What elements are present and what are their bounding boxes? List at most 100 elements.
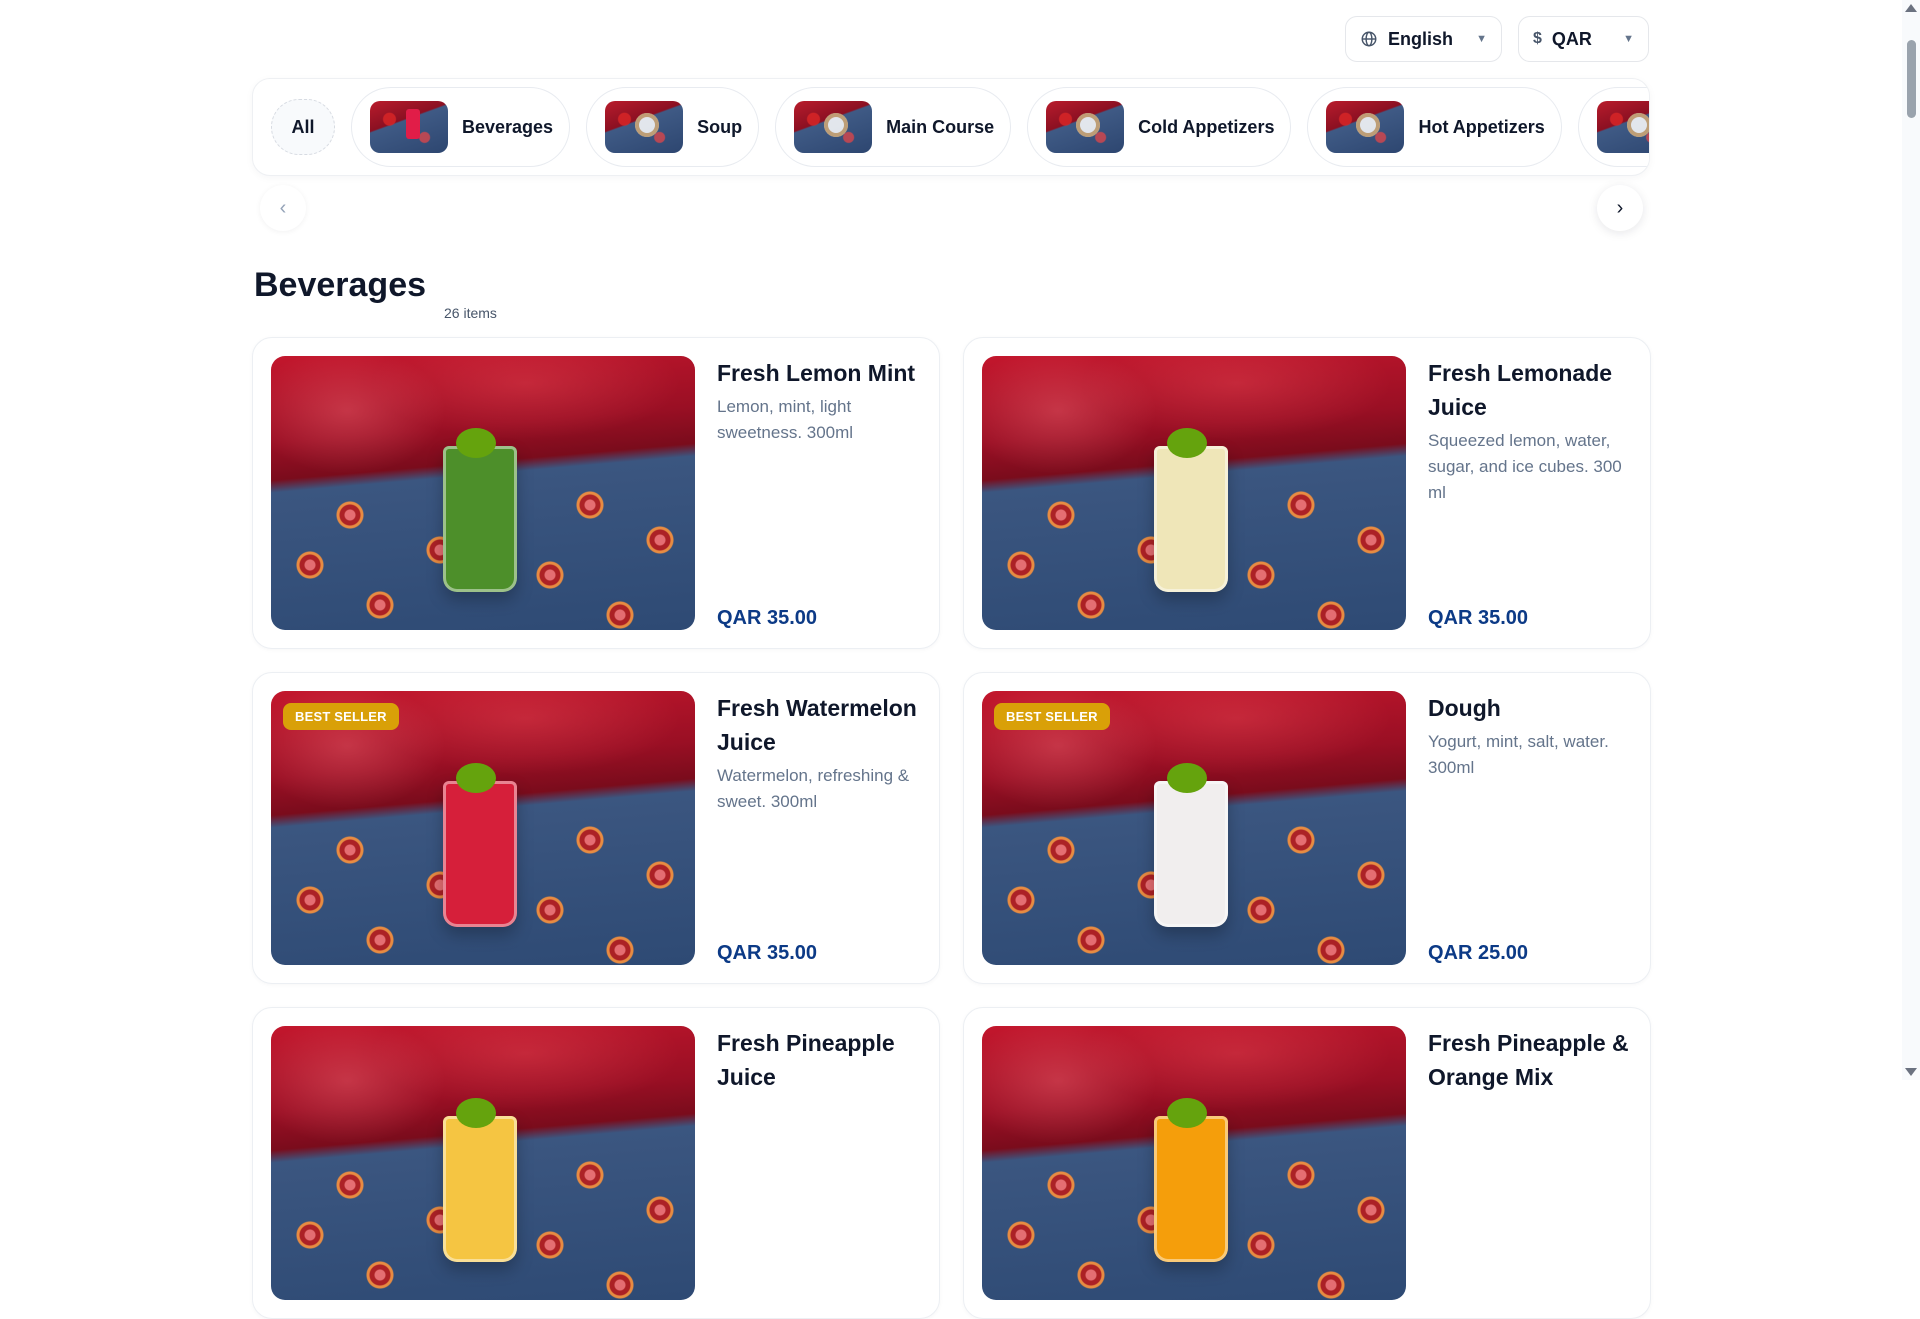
top-controls: English ▼ $ QAR ▼: [1345, 16, 1649, 62]
rug-pattern: [531, 891, 569, 929]
product-description: Squeezed lemon, water, sugar, and ice cu…: [1428, 431, 1622, 502]
category-thumbnail: [1046, 101, 1125, 153]
scrollbar-thumb[interactable]: [1907, 40, 1916, 118]
rug-pattern: [641, 856, 679, 894]
product-card[interactable]: Fresh Pineapple Juice: [252, 1007, 940, 1319]
product-card[interactable]: Fresh Lemon Mint Lemon, mint, light sweet…: [252, 337, 940, 649]
rug-pattern: [1042, 496, 1080, 534]
product-price: QAR 25.00: [1428, 942, 1529, 964]
dollar-icon: $: [1533, 30, 1542, 47]
currency-label: QAR: [1551, 28, 1592, 49]
rug-pattern: [601, 931, 639, 965]
rug-pattern: [1002, 881, 1040, 919]
rug-pattern: [1282, 486, 1320, 524]
drink-garnish: [456, 763, 496, 793]
globe-icon: [1360, 30, 1378, 48]
product-image: [982, 356, 1406, 630]
rug-pattern: [1312, 931, 1350, 965]
language-select[interactable]: English ▼: [1345, 16, 1502, 62]
drink-glass: [443, 446, 517, 592]
category-thumbnail: [1326, 101, 1405, 153]
product-info: Dough Yogurt, mint, salt, water. 300ml QAR…: [1428, 691, 1638, 965]
product-price: QAR 35.00: [717, 942, 818, 964]
rug-pattern: [1242, 556, 1280, 594]
chevron-right-icon: ›: [1616, 196, 1624, 219]
chevron-left-icon: ‹: [279, 196, 287, 219]
category-label: Beverages: [462, 116, 554, 137]
product-name: Fresh Lemon Mint: [717, 360, 916, 386]
rug-pattern: [571, 1156, 609, 1194]
rug-pattern: [361, 586, 399, 624]
product-card[interactable]: Fresh Lemonade Juice Squeezed lemon, wate…: [963, 337, 1651, 649]
product-price: QAR 35.00: [717, 607, 818, 629]
rug-pattern: [1002, 546, 1040, 584]
item-count: 26 items: [444, 305, 497, 321]
product-info: Fresh Lemon Mint Lemon, mint, light sweet…: [717, 356, 927, 630]
category-label: All: [291, 116, 315, 137]
product-info: Fresh Lemonade Juice Squeezed lemon, wate…: [1428, 356, 1638, 630]
category-thumbnail: [1596, 101, 1649, 153]
scroll-right-button[interactable]: ›: [1597, 185, 1643, 231]
category-all[interactable]: All: [271, 99, 335, 155]
rug-pattern: [531, 1226, 569, 1264]
rug-pattern: [641, 1191, 679, 1229]
product-info: Fresh Watermelon Juice Watermelon, refres…: [717, 691, 927, 965]
rug-pattern: [571, 486, 609, 524]
rug-pattern: [291, 881, 329, 919]
product-image: [982, 691, 1406, 965]
category-label: Main Course: [886, 116, 995, 137]
rug-pattern: [331, 496, 369, 534]
product-info: Fresh Pineapple & Orange Mix: [1428, 1026, 1638, 1300]
category-thumbnail: [794, 101, 873, 153]
rug-pattern: [1242, 1226, 1280, 1264]
product-card[interactable]: BEST SELLER Dough Yogurt, mint, salt, wate…: [963, 672, 1651, 984]
rug-pattern: [1042, 831, 1080, 869]
category-next-partial[interactable]: [1577, 87, 1649, 167]
scrollbar[interactable]: [1902, 0, 1920, 1080]
product-card[interactable]: Fresh Pineapple & Orange Mix: [963, 1007, 1651, 1319]
product-info: Fresh Pineapple Juice: [717, 1026, 927, 1300]
section-title: Beverages: [254, 266, 427, 304]
rug-pattern: [1352, 521, 1390, 559]
scroll-left-button[interactable]: ‹: [260, 185, 306, 231]
category-thumbnail: [370, 101, 448, 153]
product-card[interactable]: BEST SELLER Fresh Watermelon Juice Waterme…: [252, 672, 940, 984]
category-cold-appetizers[interactable]: Cold Appetizers: [1027, 87, 1292, 167]
drink-glass: [1154, 1116, 1228, 1262]
drink-garnish: [456, 428, 496, 458]
category-main-course[interactable]: Main Course: [775, 87, 1012, 167]
drink-glass: [443, 781, 517, 927]
best-seller-badge: BEST SELLER: [994, 703, 1110, 730]
rug-pattern: [1242, 891, 1280, 929]
product-price: QAR 35.00: [1428, 607, 1529, 629]
rug-pattern: [601, 596, 639, 630]
scroll-down-icon[interactable]: [1905, 1068, 1917, 1076]
rug-pattern: [1072, 586, 1110, 624]
rug-pattern: [531, 556, 569, 594]
rug-pattern: [331, 1166, 369, 1204]
product-image: [271, 356, 695, 630]
product-image: [271, 1026, 695, 1300]
rug-pattern: [361, 921, 399, 959]
drink-glass: [1154, 781, 1228, 927]
product-name: Dough: [1428, 695, 1501, 721]
rug-pattern: [601, 1266, 639, 1300]
drink-garnish: [456, 1098, 496, 1128]
drink-garnish: [1167, 763, 1207, 793]
category-thumbnail: [605, 101, 684, 153]
rug-pattern: [291, 546, 329, 584]
category-label: Soup: [697, 116, 743, 137]
chevron-down-icon: ▼: [1623, 33, 1634, 45]
currency-select[interactable]: $ QAR ▼: [1518, 16, 1649, 62]
category-soup[interactable]: Soup: [586, 87, 760, 167]
product-description: Watermelon, refreshing & sweet. 300ml: [717, 766, 910, 811]
product-description: Yogurt, mint, salt, water. 300ml: [1428, 732, 1609, 777]
category-hot-appetizers[interactable]: Hot Appetizers: [1307, 87, 1562, 167]
rug-pattern: [1312, 1266, 1350, 1300]
category-beverages[interactable]: Beverages: [351, 87, 571, 167]
scroll-up-icon[interactable]: [1905, 4, 1917, 12]
rug-pattern: [1352, 1191, 1390, 1229]
rug-pattern: [1282, 821, 1320, 859]
language-label: English: [1388, 28, 1454, 49]
rug-pattern: [1352, 856, 1390, 894]
